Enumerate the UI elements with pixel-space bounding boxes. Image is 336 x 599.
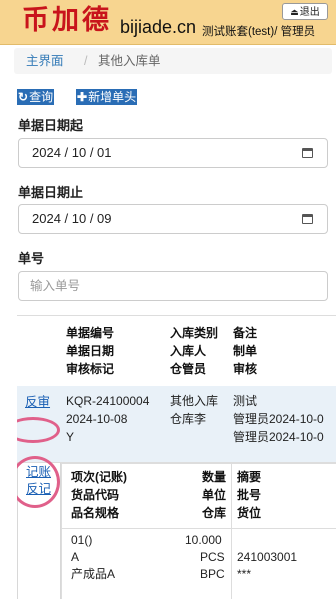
plus-icon: ✚ [77, 90, 88, 104]
doc-no-cell: KQR-24100004 [66, 394, 150, 408]
user-info: 测试账套(test)/ 管理员 [202, 26, 316, 38]
breadcrumb-current: 其他入库单 [98, 54, 161, 68]
document-grid: 单据编号 入库类别 备注 单据日期 入库人 制单 审核标记 仓管员 审核 反审 … [17, 315, 336, 599]
product-name-cell: 产成品A [71, 567, 116, 581]
col-keeper: 仓管员 [170, 362, 207, 376]
col-unit: 单位 [202, 488, 227, 502]
add-header-button[interactable]: ✚新增单头 [76, 89, 138, 105]
col-audit-flag: 审核标记 [66, 362, 115, 376]
col-location: 货位 [237, 506, 262, 520]
breadcrumb: 主界面 / 其他入库单 [14, 48, 332, 74]
breadcrumb-home-link[interactable]: 主界面 [26, 48, 64, 74]
col-doc-date: 单据日期 [66, 344, 115, 358]
col-quantity: 数量 [202, 470, 227, 484]
doc-no-placeholder: 输入单号 [30, 279, 81, 293]
calendar-icon[interactable] [302, 148, 313, 158]
unpost-link[interactable]: 反记 [26, 481, 51, 497]
grid-header-row: 单据编号 入库类别 备注 单据日期 入库人 制单 审核标记 仓管员 审核 [17, 315, 336, 387]
logout-label: 退出 [299, 7, 320, 18]
detail-header-row: 项次(记账) 数量 摘要 货品代码 单位 批号 品名规格 仓库 货位 [61, 463, 336, 529]
category-cell: 其他入库 [170, 394, 219, 408]
start-date-input[interactable]: 2024 / 10 / 01 [18, 138, 328, 168]
logout-button[interactable]: ⏏退出 [282, 3, 328, 20]
col-batch-no: 批号 [237, 488, 262, 502]
auditor-cell: 管理员2024-10-0 [233, 430, 324, 444]
stocker-cell: 仓库李 [170, 412, 207, 426]
col-stocker: 入库人 [170, 344, 207, 358]
col-category: 入库类别 [170, 326, 219, 340]
warehouse-cell: BPC [200, 567, 225, 581]
quantity-cell: 10.000 [185, 533, 222, 547]
post-link[interactable]: 记账 [26, 464, 51, 480]
col-creator: 制单 [233, 344, 258, 358]
breadcrumb-separator: / [84, 54, 88, 68]
doc-no-label: 单号 [18, 251, 45, 266]
end-date-value: 2024 / 10 / 09 [32, 211, 112, 226]
detail-divider [231, 463, 232, 599]
unaudit-link[interactable]: 反审 [25, 394, 50, 410]
col-product-name: 品名规格 [71, 506, 120, 520]
app-header: 币加德 bijiade.cn 测试账套(test)/ 管理员 ⏏退出 [0, 0, 336, 45]
doc-no-input[interactable]: 输入单号 [18, 271, 328, 301]
end-date-label: 单据日期止 [18, 185, 84, 200]
batch-no-cell: 241003001 [237, 550, 298, 564]
col-product-code: 货品代码 [71, 488, 120, 502]
col-item-no: 项次(记账) [71, 470, 127, 484]
start-date-label: 单据日期起 [18, 118, 84, 133]
remark-cell: 测试 [233, 394, 258, 408]
item-no-cell: 01() [71, 533, 93, 547]
add-header-button-label: 新增单头 [88, 90, 137, 104]
col-remark: 备注 [233, 326, 258, 340]
query-button[interactable]: ↻查询 [17, 89, 55, 105]
col-doc-no: 单据编号 [66, 326, 115, 340]
detail-subtable: 项次(记账) 数量 摘要 货品代码 单位 批号 品名规格 仓库 货位 01() … [61, 463, 336, 599]
brand-domain: bijiade.cn [120, 17, 197, 37]
col-warehouse: 仓库 [202, 506, 227, 520]
start-date-value: 2024 / 10 / 01 [32, 145, 112, 160]
col-summary: 摘要 [237, 470, 262, 484]
table-row[interactable]: 反审 KQR-24100004 其他入库 测试 2024-10-08 仓库李 管… [17, 386, 336, 463]
end-date-input[interactable]: 2024 / 10 / 09 [18, 204, 328, 234]
brand-logo: 币加德 [22, 5, 112, 36]
detail-border [61, 463, 62, 599]
calendar-icon[interactable] [302, 214, 313, 224]
creator-cell: 管理员2024-10-0 [233, 412, 324, 426]
logout-icon: ⏏ [290, 7, 299, 17]
unit-cell: PCS [200, 550, 225, 564]
product-code-cell: A [71, 550, 80, 564]
query-button-label: 查询 [29, 90, 54, 104]
audit-flag-cell: Y [66, 430, 75, 444]
doc-date-cell: 2024-10-08 [66, 412, 128, 426]
refresh-icon: ↻ [18, 90, 29, 104]
col-auditor: 审核 [233, 362, 258, 376]
location-cell: *** [237, 567, 252, 581]
